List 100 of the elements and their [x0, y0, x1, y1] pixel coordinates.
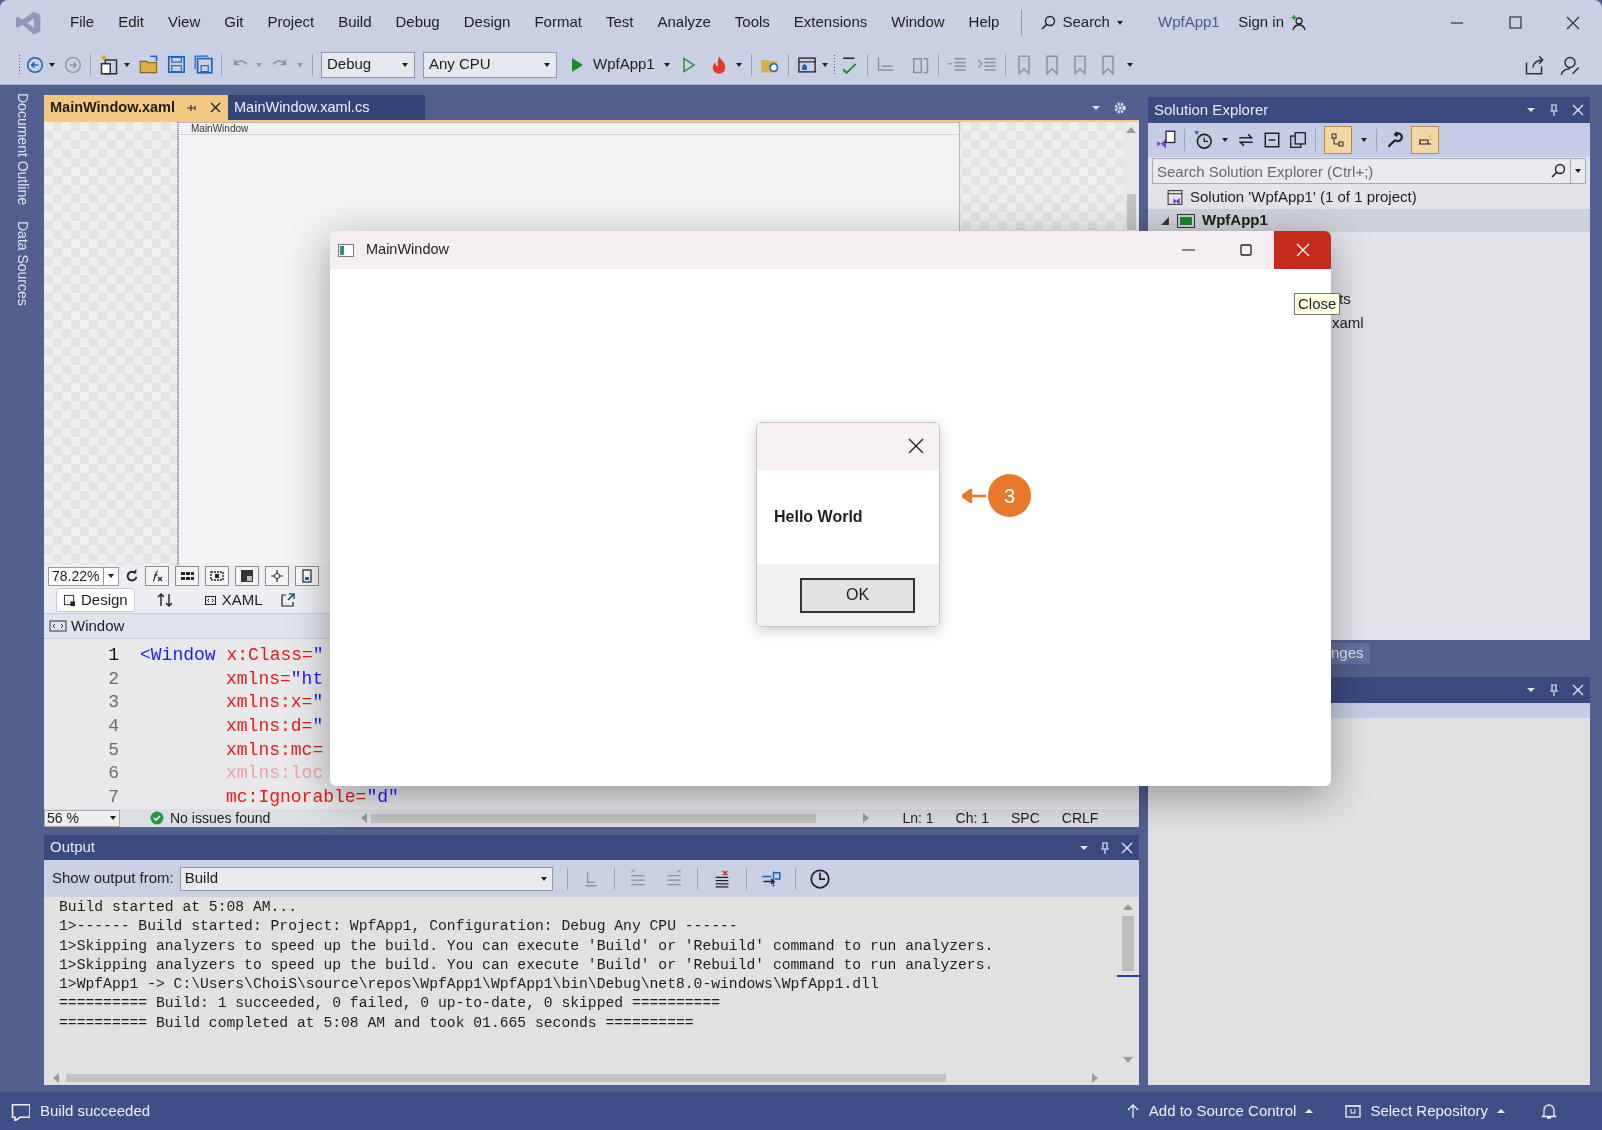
- document-tab[interactable]: MainWindow.xaml.cs: [228, 95, 426, 120]
- settings-icon[interactable]: [1113, 100, 1127, 115]
- tree-item[interactable]: ts: [1339, 287, 1351, 311]
- browser-window-icon[interactable]: [796, 54, 817, 75]
- dropdown-icon[interactable]: [1526, 687, 1536, 693]
- caret-icon[interactable]: [1221, 137, 1229, 143]
- document-tab[interactable]: MainWindow.xaml: [44, 95, 228, 120]
- line-ending-indicator[interactable]: CRLF: [1061, 810, 1099, 826]
- caret-icon[interactable]: [401, 61, 409, 68]
- line-indicator[interactable]: Ln: 1: [902, 810, 934, 826]
- preview-toggle[interactable]: [1411, 126, 1439, 154]
- caret-icon[interactable]: [734, 61, 743, 68]
- history-icon[interactable]: [1193, 130, 1213, 150]
- pin-icon[interactable]: [1548, 684, 1560, 696]
- panel-tab[interactable]: nges: [1331, 642, 1370, 664]
- save-icon[interactable]: [167, 55, 186, 74]
- platform-dropdown[interactable]: Any CPU: [423, 51, 557, 78]
- start-without-debugging-icon[interactable]: [680, 56, 697, 73]
- column-indicator[interactable]: Ch: 1: [955, 810, 989, 826]
- caret-icon[interactable]: [543, 61, 551, 68]
- notifications-icon[interactable]: [1540, 1102, 1558, 1120]
- caret-icon[interactable]: [48, 61, 56, 68]
- zoom-dropdown[interactable]: 78.22%: [48, 566, 120, 586]
- dropdown-icon[interactable]: [1079, 844, 1089, 851]
- caret-icon[interactable]: [109, 815, 117, 821]
- collapse-all-icon[interactable]: [1263, 131, 1281, 149]
- configuration-dropdown[interactable]: Debug: [321, 51, 415, 78]
- dropdown-icon[interactable]: [1091, 104, 1101, 111]
- scrollbar-thumb[interactable]: [1126, 194, 1136, 230]
- issues-status[interactable]: No issues found: [170, 810, 271, 826]
- caret-icon[interactable]: [662, 61, 671, 68]
- ok-button[interactable]: OK: [800, 577, 915, 613]
- wrench-icon[interactable]: [1385, 131, 1403, 149]
- tree-item[interactable]: WpfApp1: [1148, 209, 1590, 232]
- start-button[interactable]: WpfApp1: [567, 53, 657, 76]
- new-project-icon[interactable]: [99, 54, 119, 75]
- feedback-icon[interactable]: [1560, 54, 1580, 75]
- menu-item[interactable]: View: [156, 8, 213, 37]
- menu-item[interactable]: Tools: [722, 8, 782, 37]
- element-breadcrumb[interactable]: Window: [49, 614, 125, 638]
- caret-icon[interactable]: [1125, 61, 1134, 68]
- caret-icon[interactable]: [1360, 137, 1368, 143]
- clock-icon[interactable]: [809, 868, 830, 889]
- close-icon[interactable]: [209, 101, 222, 114]
- swap-panes-icon[interactable]: [156, 592, 173, 608]
- select-repository-button[interactable]: Select Repository: [1344, 1099, 1506, 1123]
- add-to-source-control-button[interactable]: Add to Source Control: [1124, 1099, 1315, 1123]
- search-field[interactable]: Search Solution Explorer (Ctrl+;): [1152, 158, 1586, 184]
- refresh-icon[interactable]: [125, 569, 140, 583]
- pin-icon[interactable]: [1099, 841, 1111, 854]
- caret-icon[interactable]: [123, 61, 131, 68]
- menu-item[interactable]: Format: [522, 8, 594, 37]
- tree-item[interactable]: Solution 'WpfApp1' (1 of 1 project): [1148, 186, 1590, 209]
- menu-item[interactable]: Help: [956, 8, 1012, 37]
- show-tree-toggle[interactable]: [1324, 126, 1352, 154]
- search-icon[interactable]: [1550, 163, 1566, 179]
- grid-button[interactable]: [175, 566, 200, 586]
- copy-icon[interactable]: [1289, 131, 1307, 149]
- output-source-dropdown[interactable]: Build: [179, 866, 553, 891]
- zoom-dropdown[interactable]: 56 %: [44, 809, 120, 827]
- menu-item[interactable]: Extensions: [781, 8, 880, 37]
- menu-item[interactable]: Edit: [106, 8, 157, 37]
- snap-grid-button[interactable]: [205, 566, 230, 586]
- caret-icon[interactable]: [1574, 168, 1582, 174]
- output-window-icon[interactable]: [10, 1101, 30, 1121]
- caret-icon[interactable]: [1115, 19, 1124, 26]
- menu-item[interactable]: Git: [212, 8, 256, 37]
- pin-icon[interactable]: [1548, 104, 1560, 116]
- spell-check-icon[interactable]: [840, 55, 859, 74]
- menu-item[interactable]: Window: [879, 8, 957, 37]
- menu-item[interactable]: File: [58, 8, 107, 37]
- open-folder-icon[interactable]: [139, 54, 159, 75]
- share-icon[interactable]: [1524, 54, 1544, 75]
- side-tab[interactable]: Document Outline: [11, 93, 33, 206]
- artboard-button[interactable]: [235, 566, 260, 586]
- snap-lines-button[interactable]: [265, 566, 290, 586]
- device-button[interactable]: [295, 566, 320, 586]
- side-tab[interactable]: Data Sources: [11, 221, 33, 306]
- dropdown-icon[interactable]: [1526, 107, 1536, 113]
- view-tab[interactable]: Design: [56, 588, 135, 612]
- vs-properties-icon[interactable]: [1156, 130, 1176, 150]
- whitespace-indicator[interactable]: SPC: [1011, 810, 1040, 826]
- pop-out-icon[interactable]: [279, 592, 296, 608]
- menu-item[interactable]: Project: [255, 8, 327, 37]
- caret-icon[interactable]: [539, 875, 548, 882]
- view-tab[interactable]: XAML: [196, 588, 270, 612]
- menu-item[interactable]: Design: [451, 8, 523, 37]
- sign-in-button[interactable]: Sign in: [1238, 11, 1308, 34]
- menu-item[interactable]: Test: [593, 8, 646, 37]
- back-icon[interactable]: [26, 55, 44, 74]
- caret-icon[interactable]: [107, 573, 116, 579]
- menu-item[interactable]: Analyze: [645, 8, 723, 37]
- caret-icon[interactable]: [820, 61, 829, 68]
- search-button[interactable]: Search: [1032, 8, 1132, 37]
- scrollbar-thumb[interactable]: [1122, 916, 1134, 971]
- effects-button[interactable]: [145, 566, 170, 586]
- menu-item[interactable]: Debug: [383, 8, 452, 37]
- menu-item[interactable]: Build: [326, 8, 384, 37]
- sync-icon[interactable]: [1237, 131, 1255, 149]
- save-all-icon[interactable]: [194, 55, 213, 74]
